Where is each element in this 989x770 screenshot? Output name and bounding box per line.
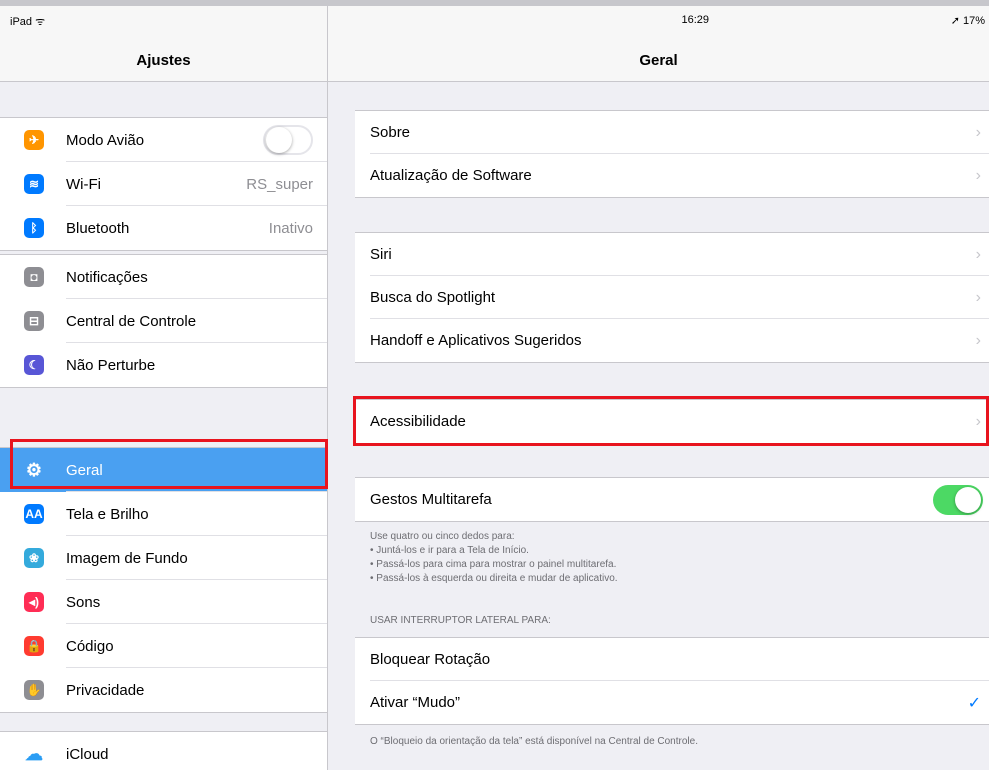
notifications-icon: ◘ <box>24 267 44 287</box>
sidebar-item-value: Inativo <box>268 219 313 237</box>
sidebar-item[interactable]: ᛒ Bluetooth Inativo <box>0 206 327 250</box>
sidebar-item-label: Tela e Brilho <box>66 505 149 523</box>
sidebar-item-label: Sons <box>66 593 101 611</box>
sidebar-item-label: Código <box>66 637 114 655</box>
settings-row[interactable]: Bloquear Rotação <box>355 638 989 681</box>
airplane-mode-toggle[interactable] <box>263 125 313 155</box>
sidebar-item[interactable]: ☁ iCloud <box>0 732 327 770</box>
chevron-right-icon: › <box>975 123 981 141</box>
sidebar-item[interactable]: ≋ Wi-Fi RS_super <box>0 162 327 206</box>
gestures-note-line: • Juntá-los e ir para a Tela de Início. <box>370 545 529 556</box>
sidebar-item-label: Bluetooth <box>66 219 130 237</box>
settings-row-label: Sobre <box>370 124 411 141</box>
sound-icon: ◂) <box>24 592 44 612</box>
settings-row[interactable]: Ativar “Mudo” ✓ <box>355 681 989 724</box>
rotation-lock-note: O “Bloqueio da orientação da tela” está … <box>370 736 698 747</box>
settings-row[interactable]: Sobre › <box>355 111 989 154</box>
settings-row[interactable]: Handoff e Aplicativos Sugeridos › <box>355 319 989 362</box>
settings-row-label: Ativar “Mudo” <box>370 694 461 711</box>
sidebar-header: iPad ᯤ Ajustes <box>0 6 327 82</box>
sidebar-group: ☁ iCloud <box>0 731 327 770</box>
sidebar-item-value: RS_super <box>246 175 313 193</box>
sidebar-item[interactable]: ◘ Notificações <box>0 255 327 299</box>
gestures-note-line: Use quatro ou cinco dedos para: <box>370 531 515 542</box>
gear-icon: ⚙ <box>25 459 43 480</box>
airplane-icon: ✈ <box>24 130 44 150</box>
settings-group: Sobre › Atualização de Software › <box>355 110 989 198</box>
sidebar-item[interactable]: ⚙ Geral <box>0 448 327 492</box>
general-pane: 16:29 ➚ 17% Geral Sobre › Atualização de S… <box>328 6 989 770</box>
battery-status: ➚ 17% <box>950 15 985 27</box>
settings-row-label: Bloquear Rotação <box>370 651 491 668</box>
sidebar-item[interactable]: ⊟ Central de Controle <box>0 299 327 343</box>
sidebar-item-label: iCloud <box>66 745 109 763</box>
gestures-note-line: • Passá-los à esquerda ou direita e muda… <box>370 573 618 584</box>
wallpaper-icon: ❀ <box>24 548 44 568</box>
settings-sidebar: iPad ᯤ Ajustes ✈ Modo Avião ≋ Wi-Fi RS_super… <box>0 6 328 770</box>
settings-row[interactable]: Siri › <box>355 233 989 276</box>
settings-row-label: Acessibilidade <box>370 413 466 430</box>
settings-group: Siri › Busca do Spotlight › Handoff e Aplica… <box>355 232 989 363</box>
sidebar-item-label: Modo Avião <box>66 131 145 149</box>
lock-icon: 🔒 <box>24 636 44 656</box>
sidebar-group: ✈ Modo Avião ≋ Wi-Fi RS_super ᛒ Bluetooth Inati… <box>0 117 327 251</box>
sidebar-item[interactable]: ◂) Sons <box>0 580 327 624</box>
bluetooth-icon: ᛒ <box>24 218 44 238</box>
sidebar-item-label: Central de Controle <box>66 312 197 330</box>
device-status: iPad ᯤ <box>10 16 46 28</box>
settings-row-label: Gestos Multitarefa <box>370 491 492 508</box>
sidebar-item-label: Geral <box>66 461 103 479</box>
settings-row[interactable]: Acessibilidade › <box>355 400 989 443</box>
checkmark-icon: ✓ <box>967 694 981 712</box>
settings-row[interactable]: Atualização de Software › <box>355 154 989 197</box>
settings-row-label: Handoff e Aplicativos Sugeridos <box>370 332 582 349</box>
sidebar-item[interactable]: ✈ Modo Avião <box>0 118 327 162</box>
main-header: 16:29 ➚ 17% Geral <box>328 6 989 82</box>
sidebar-item-label: Wi-Fi <box>66 175 101 193</box>
chevron-right-icon: › <box>975 245 981 263</box>
sidebar-item-label: Notificações <box>66 268 148 286</box>
chevron-right-icon: › <box>975 331 981 349</box>
settings-row-label: Siri <box>370 246 392 263</box>
sidebar-item[interactable]: ❀ Imagem de Fundo <box>0 536 327 580</box>
settings-row[interactable]: Gestos Multitarefa <box>355 478 989 521</box>
toggle-knob <box>266 127 292 153</box>
multitasking-gestures-toggle[interactable] <box>933 484 983 515</box>
settings-row-label: Atualização de Software <box>370 167 532 184</box>
control-center-icon: ⊟ <box>24 311 44 331</box>
toggle-knob <box>955 486 981 513</box>
sidebar-item-label: Não Perturbe <box>66 356 156 374</box>
icloud-icon: ☁ <box>24 743 44 764</box>
settings-row-label: Busca do Spotlight <box>370 289 496 306</box>
page-title: Geral <box>639 52 678 69</box>
sidebar-group: ⚙ Geral AA Tela e Brilho ❀ Imagem de Fundo ◂) S… <box>0 447 327 713</box>
sidebar-group: ◘ Notificações ⊟ Central de Controle ☾ Não Pe… <box>0 254 327 388</box>
hand-icon: ✋ <box>24 680 44 700</box>
chevron-right-icon: › <box>975 412 981 430</box>
gestures-note: Use quatro ou cinco dedos para: • Juntá-… <box>370 530 980 586</box>
sidebar-item[interactable]: 🔒 Código <box>0 624 327 668</box>
settings-row[interactable]: Busca do Spotlight › <box>355 276 989 319</box>
settings-group: Acessibilidade › <box>355 399 989 444</box>
moon-icon: ☾ <box>24 355 44 375</box>
settings-group: Gestos Multitarefa <box>355 477 989 522</box>
sidebar-item-label: Imagem de Fundo <box>66 549 188 567</box>
sidebar-item[interactable]: ☾ Não Perturbe <box>0 343 327 387</box>
status-time: 16:29 <box>681 14 709 26</box>
settings-group: Bloquear Rotação Ativar “Mudo” ✓ <box>355 637 989 725</box>
chevron-right-icon: › <box>975 166 981 184</box>
sidebar-item-label: Privacidade <box>66 681 145 699</box>
gestures-note-line: • Passá-los para cima para mostrar o pai… <box>370 559 617 570</box>
wifi-icon: ≋ <box>24 174 44 194</box>
sidebar-item[interactable]: ✋ Privacidade <box>0 668 327 712</box>
sidebar-item[interactable]: AA Tela e Brilho <box>0 492 327 536</box>
display-icon: AA <box>24 504 44 524</box>
chevron-right-icon: › <box>975 288 981 306</box>
sidebar-title: Ajustes <box>136 52 191 69</box>
switch-section-header: USAR INTERRUPTOR LATERAL PARA: <box>370 615 551 626</box>
